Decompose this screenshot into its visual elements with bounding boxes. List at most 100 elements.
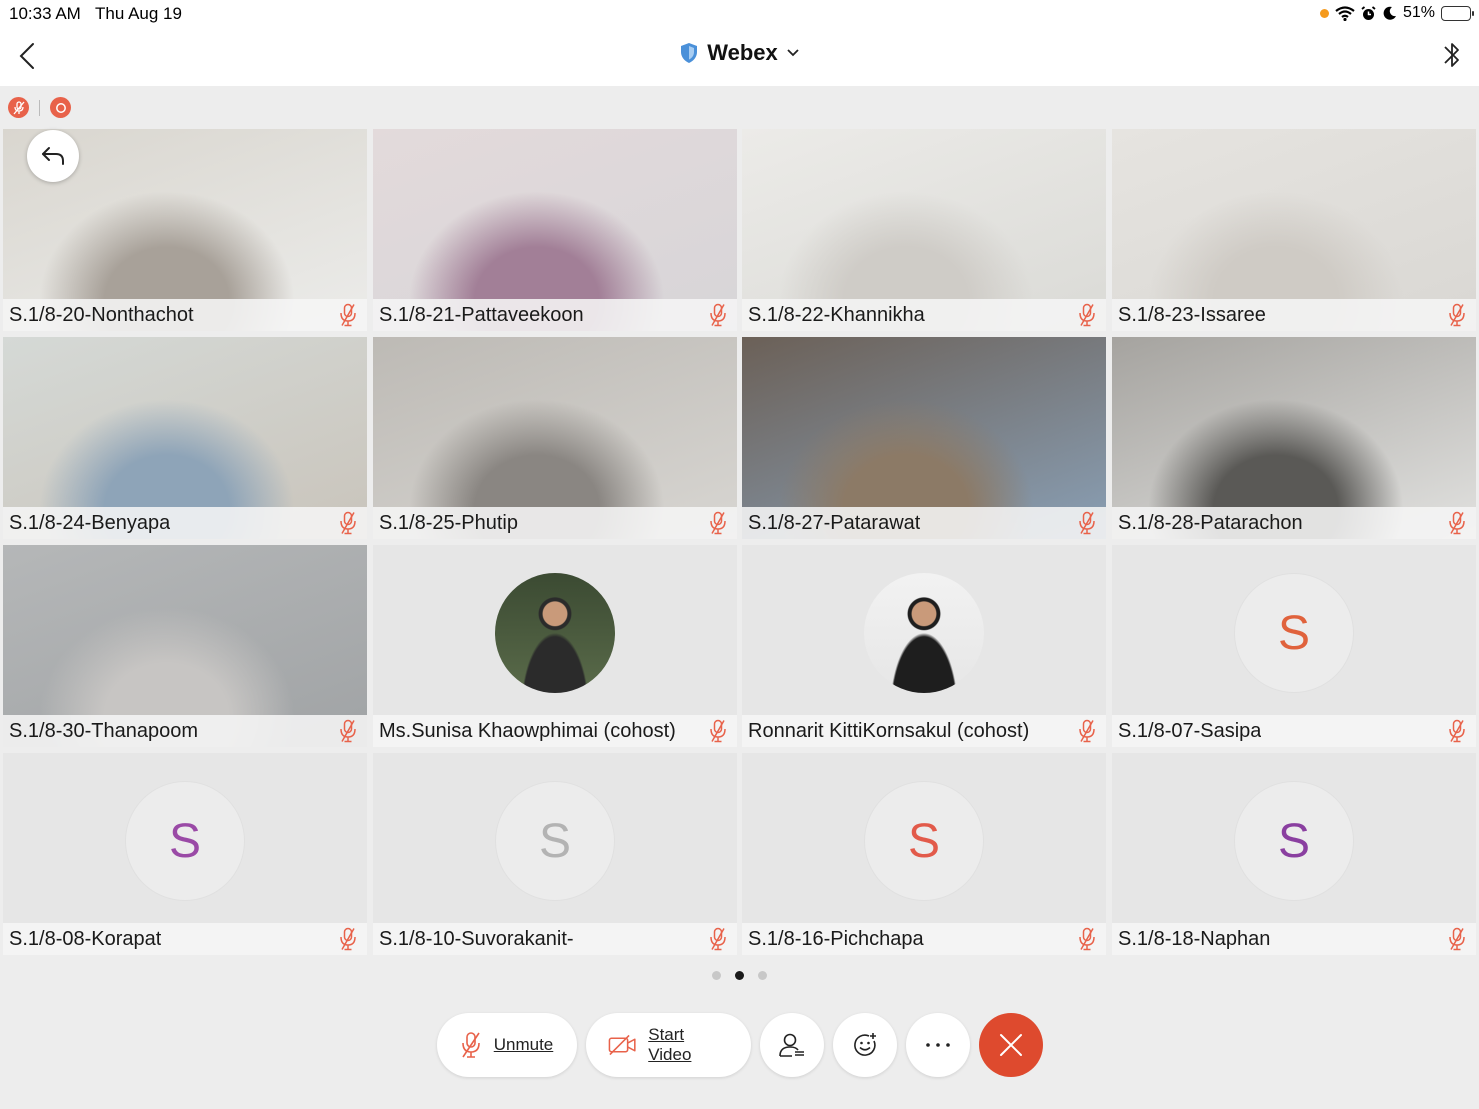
participant-tile[interactable]: S.1/8-25-Phutip bbox=[373, 337, 737, 539]
status-icons: 51% bbox=[1319, 4, 1474, 22]
participant-tile[interactable]: S S.1/8-16-Pichchapa bbox=[742, 753, 1106, 955]
participant-name: S.1/8-07-Sasipa bbox=[1118, 719, 1262, 742]
participant-name-bar: S.1/8-10-Suvorakanit- bbox=[373, 923, 737, 955]
participant-name-bar: S.1/8-16-Pichchapa bbox=[742, 923, 1106, 955]
participant-name-bar: Ronnarit KittiKornsakul (cohost) bbox=[742, 715, 1106, 747]
smiley-icon bbox=[853, 1033, 876, 1056]
participant-name: Ronnarit KittiKornsakul (cohost) bbox=[748, 719, 1030, 742]
participant-avatar-initial: S bbox=[864, 781, 984, 901]
muted-mic-icon bbox=[1446, 511, 1468, 535]
participant-name-bar: S.1/8-30-Thanapoom bbox=[3, 715, 367, 747]
start-video-button[interactable]: Start Video bbox=[585, 1013, 751, 1077]
unmute-label: Unmute bbox=[493, 1035, 554, 1054]
page-dot[interactable] bbox=[735, 971, 744, 980]
participant-name: S.1/8-10-Suvorakanit- bbox=[379, 927, 574, 950]
muted-mic-icon bbox=[1446, 303, 1468, 327]
participant-tile[interactable]: S.1/8-23-Issaree bbox=[1112, 129, 1476, 331]
recording-icon bbox=[50, 97, 71, 118]
participant-name: S.1/8-22-Khannikha bbox=[748, 303, 925, 326]
participant-avatar-initial: S bbox=[1234, 573, 1354, 693]
participant-name-bar: S.1/8-24-Benyapa bbox=[3, 507, 367, 539]
participant-name: S.1/8-27-Patarawat bbox=[748, 511, 921, 534]
participant-name: S.1/8-18-Naphan bbox=[1118, 927, 1271, 950]
muted-mic-icon bbox=[337, 511, 359, 535]
participant-name: S.1/8-20-Nonthachot bbox=[9, 303, 194, 326]
more-options-button[interactable] bbox=[905, 1013, 970, 1077]
unmute-button[interactable]: Unmute bbox=[436, 1013, 577, 1077]
meeting-indicators bbox=[8, 97, 71, 118]
muted-mic-icon bbox=[707, 719, 729, 743]
muted-mic-icon bbox=[8, 97, 29, 118]
participant-tile[interactable]: Ronnarit KittiKornsakul (cohost) bbox=[742, 545, 1106, 747]
participant-tile[interactable]: S.1/8-28-Patarachon bbox=[1112, 337, 1476, 539]
muted-mic-icon bbox=[707, 511, 729, 535]
page-dot[interactable] bbox=[758, 971, 767, 980]
shield-icon bbox=[681, 43, 698, 63]
participant-tile[interactable]: S.1/8-24-Benyapa bbox=[3, 337, 367, 539]
participant-tile[interactable]: S S.1/8-08-Korapat bbox=[3, 753, 367, 955]
participant-tile[interactable]: S.1/8-21-Pattaveekoon bbox=[373, 129, 737, 331]
start-video-label: Start Video bbox=[648, 1025, 692, 1064]
share-back-button[interactable] bbox=[27, 130, 79, 182]
participant-tile[interactable]: Ms.Sunisa Khaowphimai (cohost) bbox=[373, 545, 737, 747]
muted-mic-icon bbox=[1076, 719, 1098, 743]
participant-name-bar: Ms.Sunisa Khaowphimai (cohost) bbox=[373, 715, 737, 747]
participant-tile[interactable]: S S.1/8-18-Naphan bbox=[1112, 753, 1476, 955]
participant-name-bar: S.1/8-21-Pattaveekoon bbox=[373, 299, 737, 331]
participant-grid: S.1/8-20-Nonthachot S.1/8-21-Pattaveekoon… bbox=[3, 129, 1477, 957]
muted-mic-icon bbox=[1076, 511, 1098, 535]
moon-icon bbox=[1383, 6, 1396, 20]
wifi-icon bbox=[1335, 5, 1355, 21]
participant-name-bar: S.1/8-08-Korapat bbox=[3, 923, 367, 955]
battery-percent: 51% bbox=[1402, 4, 1435, 21]
participant-tile[interactable]: S S.1/8-07-Sasipa bbox=[1112, 545, 1476, 747]
top-bar: 10:33 AM Thu Aug 19 51% Webex bbox=[0, 0, 1479, 86]
status-date: Thu Aug 19 bbox=[95, 4, 182, 23]
muted-mic-icon bbox=[1076, 927, 1098, 951]
reactions-button[interactable] bbox=[832, 1013, 897, 1077]
muted-mic-icon bbox=[1446, 719, 1468, 743]
muted-mic-icon bbox=[1076, 303, 1098, 327]
muted-mic-icon bbox=[337, 927, 359, 951]
participant-name: S.1/8-08-Korapat bbox=[9, 927, 162, 950]
participant-name: S.1/8-16-Pichchapa bbox=[748, 927, 924, 950]
alarm-icon bbox=[1361, 5, 1376, 20]
participant-name-bar: S.1/8-20-Nonthachot bbox=[3, 299, 367, 331]
bluetooth-icon[interactable] bbox=[1441, 38, 1463, 72]
participant-name-bar: S.1/8-25-Phutip bbox=[373, 507, 737, 539]
muted-mic-icon bbox=[707, 303, 729, 327]
status-time: 10:33 AM bbox=[9, 4, 81, 23]
participant-name: S.1/8-30-Thanapoom bbox=[9, 719, 199, 742]
participant-avatar-photo bbox=[864, 573, 984, 693]
participant-avatar-initial: S bbox=[125, 781, 245, 901]
close-icon bbox=[999, 1034, 1022, 1056]
meeting-title-dropdown[interactable]: Webex bbox=[0, 40, 1479, 66]
participant-avatar-initial: S bbox=[495, 781, 615, 901]
participant-name: S.1/8-25-Phutip bbox=[379, 511, 518, 534]
participant-name-bar: S.1/8-28-Patarachon bbox=[1112, 507, 1476, 539]
end-meeting-button[interactable] bbox=[978, 1013, 1043, 1077]
muted-mic-icon bbox=[707, 927, 729, 951]
participants-icon bbox=[778, 1033, 804, 1057]
participant-avatar-photo bbox=[495, 573, 615, 693]
video-off-icon bbox=[608, 1034, 636, 1056]
page-indicator[interactable] bbox=[0, 971, 1479, 980]
participant-name: S.1/8-23-Issaree bbox=[1118, 303, 1266, 326]
participants-button[interactable] bbox=[759, 1013, 824, 1077]
orange-dot-icon bbox=[1319, 8, 1329, 18]
muted-mic-icon bbox=[337, 303, 359, 327]
muted-mic-icon bbox=[337, 719, 359, 743]
participant-name: S.1/8-24-Benyapa bbox=[9, 511, 171, 534]
participant-tile[interactable]: S.1/8-27-Patarawat bbox=[742, 337, 1106, 539]
page-title: Webex bbox=[707, 40, 778, 65]
page-dot[interactable] bbox=[712, 971, 721, 980]
participant-name-bar: S.1/8-18-Naphan bbox=[1112, 923, 1476, 955]
participant-avatar-initial: S bbox=[1234, 781, 1354, 901]
participant-tile[interactable]: S.1/8-22-Khannikha bbox=[742, 129, 1106, 331]
battery-charging-icon bbox=[1441, 5, 1474, 21]
participant-name-bar: S.1/8-27-Patarawat bbox=[742, 507, 1106, 539]
participant-tile[interactable]: S S.1/8-10-Suvorakanit- bbox=[373, 753, 737, 955]
more-icon bbox=[925, 1043, 950, 1047]
participant-tile[interactable]: S.1/8-30-Thanapoom bbox=[3, 545, 367, 747]
participant-name: S.1/8-21-Pattaveekoon bbox=[379, 303, 584, 326]
